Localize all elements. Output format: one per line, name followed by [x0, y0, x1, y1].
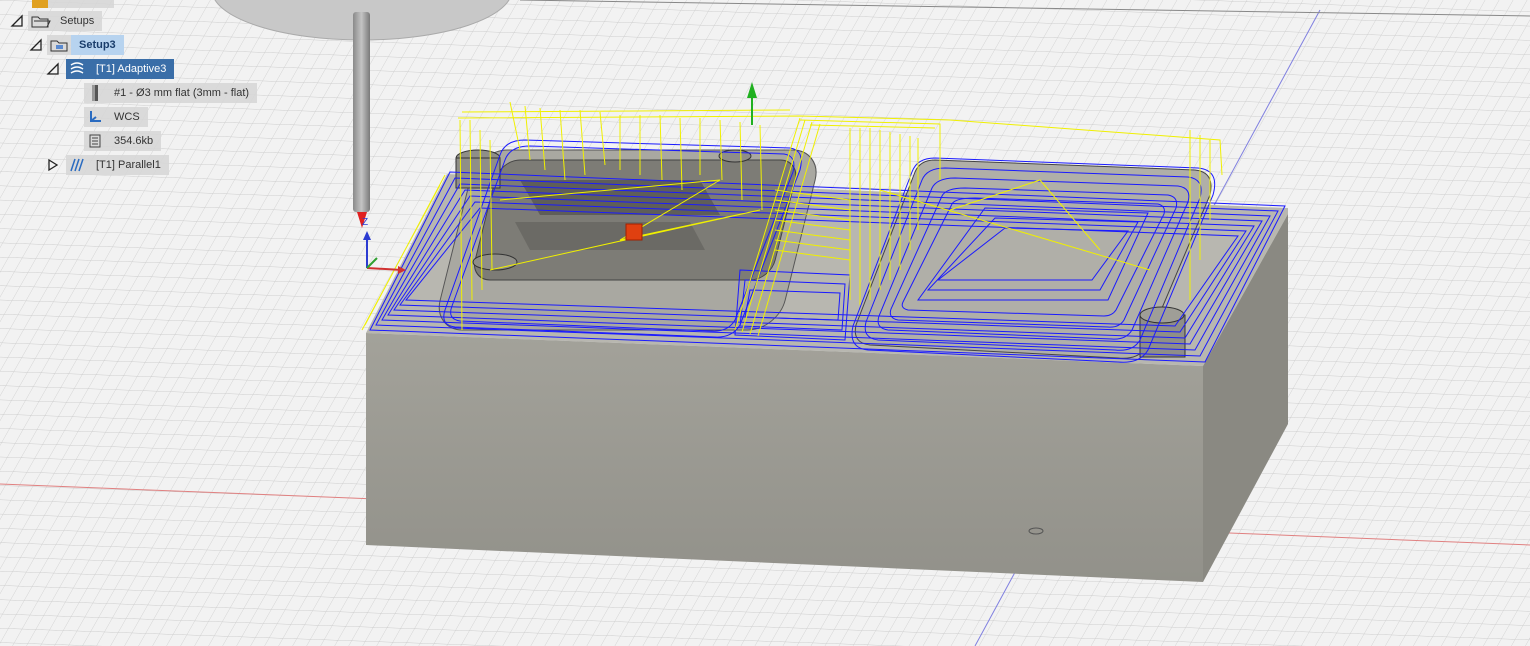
- tree-node-setups[interactable]: Setups: [10, 11, 103, 31]
- z-axis-label: Z: [362, 217, 368, 228]
- tree-label-tool: #1 - Ø3 mm flat (3mm - flat): [106, 83, 258, 103]
- cutting-tool: [353, 12, 370, 212]
- tree-label-parallel1: [T1] Parallel1: [88, 155, 169, 175]
- collapse-triangle-icon[interactable]: [29, 38, 43, 52]
- tree-node-parallel1[interactable]: [T1] Parallel1: [46, 155, 169, 175]
- cam-browser-tree: Setups Setup3 [T1] Adaptive3 #1 - Ø3 mm …: [0, 0, 300, 180]
- collapse-triangle-icon[interactable]: [46, 62, 60, 76]
- tree-label-setup3: Setup3: [71, 35, 124, 55]
- adaptive-clearing-icon: [66, 59, 88, 79]
- setup-folder-icon: [47, 35, 71, 55]
- tree-node-adaptive3[interactable]: [T1] Adaptive3: [46, 59, 175, 79]
- tool-position-marker: [625, 223, 643, 241]
- toolpath-data-icon: [84, 131, 106, 151]
- parallel-toolpath-icon: [66, 155, 88, 175]
- tree-node-truncated: [32, 0, 114, 8]
- folder-icon: [32, 0, 48, 8]
- collapse-triangle-icon[interactable]: [10, 14, 24, 28]
- tree-label-wcs: WCS: [106, 107, 148, 127]
- tree-label-toolpath-data: 354.6kb: [106, 131, 162, 151]
- tree-node-setup3[interactable]: Setup3: [29, 35, 124, 55]
- flat-endmill-tool-icon: [84, 83, 106, 103]
- expand-triangle-icon[interactable]: [46, 158, 60, 172]
- tree-node-tool[interactable]: #1 - Ø3 mm flat (3mm - flat): [84, 83, 258, 103]
- setups-folder-icon: [28, 11, 52, 31]
- tree-label-adaptive3: [T1] Adaptive3: [88, 59, 175, 79]
- tree-node-toolpath-data[interactable]: 354.6kb: [84, 131, 162, 151]
- tree-node-wcs[interactable]: WCS: [84, 107, 148, 127]
- tree-label-setups: Setups: [52, 11, 103, 31]
- stock-front-face: [366, 333, 1203, 582]
- wcs-axes-icon: [84, 107, 106, 127]
